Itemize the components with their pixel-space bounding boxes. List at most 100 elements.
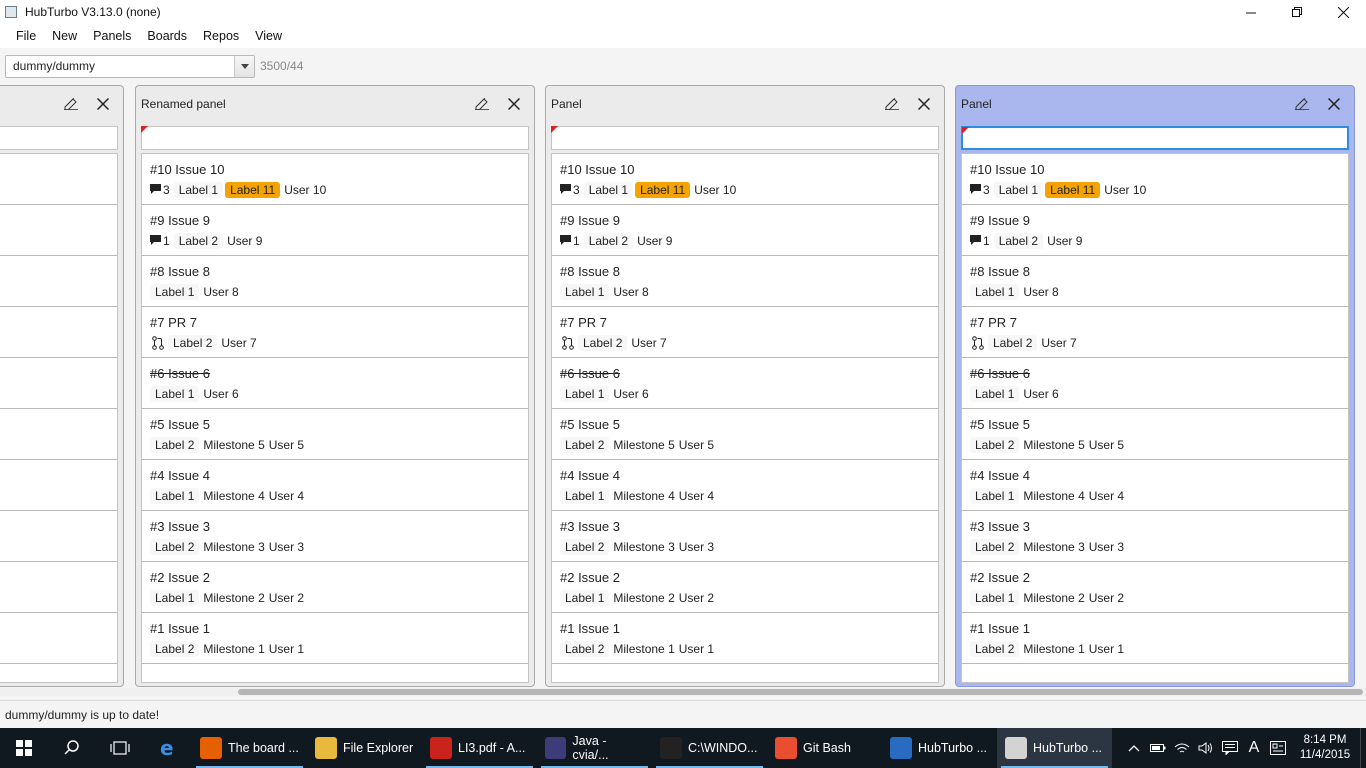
panel-title[interactable]: Panel [961, 97, 1292, 111]
chevron-up-icon[interactable] [1122, 728, 1146, 768]
issue-card[interactable]: #2 Issue 2 Label 1 Milestone 2 User 2 [962, 562, 1348, 613]
issue-card[interactable]: #9 Issue 9 1 Label 2 User 9 [962, 205, 1348, 256]
issue-card[interactable] [0, 511, 117, 562]
issue-card[interactable]: #6 Issue 6 Label 1 User 6 [142, 358, 528, 409]
close-panel-button[interactable] [914, 94, 934, 114]
keyboard-icon[interactable] [1266, 728, 1290, 768]
taskbar-app[interactable]: HubTurbo ... [997, 728, 1112, 768]
issue-card[interactable]: #1 Issue 1 Label 2 Milestone 1 User 1 [552, 613, 938, 664]
repo-selector[interactable]: dummy/dummy [5, 54, 255, 78]
issue-panel[interactable]: Panel #10 Issue 10 3 Label 1 Label 11 User 10… [545, 85, 945, 687]
issue-card[interactable]: #8 Issue 8 Label 1 User 8 [962, 256, 1348, 307]
horizontal-scrollbar[interactable] [0, 688, 1366, 696]
issue-card[interactable]: #7 PR 7 Label 2 User 7 [142, 307, 528, 358]
issue-card[interactable]: #3 Issue 3 Label 2 Milestone 3 User 3 [962, 511, 1348, 562]
panel-title[interactable]: Renamed panel [141, 97, 472, 111]
issue-card[interactable]: #3 Issue 3 Label 2 Milestone 3 User 3 [142, 511, 528, 562]
issue-card[interactable] [0, 562, 117, 613]
issue-card[interactable]: #2 Issue 2 Label 1 Milestone 2 User 2 [142, 562, 528, 613]
issue-card[interactable]: #6 Issue 6 Label 1 User 6 [552, 358, 938, 409]
start-button[interactable] [0, 728, 48, 768]
issue-card[interactable] [0, 409, 117, 460]
issue-card[interactable]: #8 Issue 8 Label 1 User 8 [552, 256, 938, 307]
issue-card[interactable] [0, 358, 117, 409]
close-window-button[interactable] [1320, 0, 1366, 24]
menu-file[interactable]: File [8, 24, 44, 48]
clock[interactable]: 8:14 PM 11/4/2015 [1290, 733, 1360, 763]
taskbar-app[interactable]: File Explorer [307, 728, 422, 768]
menu-boards[interactable]: Boards [139, 24, 195, 48]
panel-filter-input[interactable] [141, 126, 529, 150]
issue-card[interactable]: #10 Issue 10 3 Label 1 Label 11 User 10 [962, 154, 1348, 205]
wifi-icon[interactable] [1170, 728, 1194, 768]
taskbar-app[interactable]: C:\WINDO... [652, 728, 767, 768]
taskbar-app[interactable]: The board ... [192, 728, 307, 768]
menu-new[interactable]: New [44, 24, 85, 48]
issue-card[interactable]: #8 Issue 8 Label 1 User 8 [142, 256, 528, 307]
scrollbar-thumb[interactable] [238, 689, 1363, 695]
issue-card[interactable] [0, 460, 117, 511]
issue-list[interactable] [0, 153, 118, 683]
issue-panel[interactable]: Renamed panel #10 Issue 10 3 Label 1 Label 1… [135, 85, 535, 687]
minimize-button[interactable] [1228, 0, 1274, 24]
issue-card[interactable]: #9 Issue 9 1 Label 2 User 9 [552, 205, 938, 256]
issue-card[interactable]: #4 Issue 4 Label 1 Milestone 4 User 4 [962, 460, 1348, 511]
issue-card[interactable]: #2 Issue 2 Label 1 Milestone 2 User 2 [552, 562, 938, 613]
issue-panel[interactable] [0, 85, 124, 687]
issue-card[interactable]: #9 Issue 9 1 Label 2 User 9 [142, 205, 528, 256]
show-desktop-button[interactable] [1360, 728, 1366, 768]
search-button[interactable] [48, 728, 96, 768]
issue-card[interactable]: #6 Issue 6 Label 1 User 6 [962, 358, 1348, 409]
battery-icon[interactable] [1146, 728, 1170, 768]
close-panel-button[interactable] [1324, 94, 1344, 114]
rename-panel-button[interactable] [1292, 94, 1312, 114]
restore-button[interactable] [1274, 0, 1320, 24]
issue-list[interactable]: #10 Issue 10 3 Label 1 Label 11 User 10 #9 Is… [961, 153, 1349, 683]
issue-card[interactable] [0, 205, 117, 256]
menu-view[interactable]: View [247, 24, 290, 48]
panel-filter-input[interactable] [961, 126, 1349, 150]
taskbar-app[interactable]: LI3.pdf - A... [422, 728, 537, 768]
issue-card[interactable]: #7 PR 7 Label 2 User 7 [552, 307, 938, 358]
close-panel-button[interactable] [93, 94, 113, 114]
issue-card[interactable]: #5 Issue 5 Label 2 Milestone 5 User 5 [552, 409, 938, 460]
rename-panel-button[interactable] [882, 94, 902, 114]
task-view-button[interactable] [96, 728, 144, 768]
taskbar-app-label: Java - cvia/... [572, 734, 609, 762]
menu-panels[interactable]: Panels [85, 24, 139, 48]
issue-card[interactable]: #10 Issue 10 3 Label 1 Label 11 User 10 [552, 154, 938, 205]
issue-panel[interactable]: Panel #10 Issue 10 3 Label 1 Label 11 User 10… [955, 85, 1355, 687]
issue-card[interactable] [0, 307, 117, 358]
issue-card[interactable]: #10 Issue 10 3 Label 1 Label 11 User 10 [142, 154, 528, 205]
issue-card[interactable]: #1 Issue 1 Label 2 Milestone 1 User 1 [142, 613, 528, 664]
taskbar-app[interactable]: Java - cvia/... [537, 728, 652, 768]
rename-panel-button[interactable] [472, 94, 492, 114]
taskbar-app[interactable]: HubTurbo ... [882, 728, 997, 768]
taskbar-app[interactable]: Git Bash [767, 728, 882, 768]
issue-card[interactable]: #7 PR 7 Label 2 User 7 [962, 307, 1348, 358]
issue-card[interactable]: #4 Issue 4 Label 1 Milestone 4 User 4 [142, 460, 528, 511]
volume-icon[interactable] [1194, 728, 1218, 768]
rename-panel-button[interactable] [61, 94, 81, 114]
edge-button[interactable]: e [144, 728, 192, 768]
menu-repos[interactable]: Repos [195, 24, 247, 48]
issue-card[interactable]: #5 Issue 5 Label 2 Milestone 5 User 5 [962, 409, 1348, 460]
close-panel-button[interactable] [504, 94, 524, 114]
input-language[interactable]: A [1242, 728, 1266, 768]
issue-label: Label 2 [970, 538, 1020, 555]
issue-card[interactable]: #5 Issue 5 Label 2 Milestone 5 User 5 [142, 409, 528, 460]
action-center-icon[interactable] [1218, 728, 1242, 768]
panel-filter-input[interactable] [0, 126, 118, 150]
issue-card[interactable]: #4 Issue 4 Label 1 Milestone 4 User 4 [552, 460, 938, 511]
filter-error-marker [962, 127, 969, 134]
panel-filter-input[interactable] [551, 126, 939, 150]
panel-title[interactable]: Panel [551, 97, 882, 111]
issue-list[interactable]: #10 Issue 10 3 Label 1 Label 11 User 10 #9 Is… [141, 153, 529, 683]
repo-dropdown-button[interactable] [234, 55, 254, 77]
issue-list[interactable]: #10 Issue 10 3 Label 1 Label 11 User 10 #9 Is… [551, 153, 939, 683]
issue-card[interactable] [0, 613, 117, 664]
issue-card[interactable] [0, 256, 117, 307]
issue-card[interactable]: #1 Issue 1 Label 2 Milestone 1 User 1 [962, 613, 1348, 664]
issue-card[interactable]: #3 Issue 3 Label 2 Milestone 3 User 3 [552, 511, 938, 562]
issue-card[interactable] [0, 154, 117, 205]
